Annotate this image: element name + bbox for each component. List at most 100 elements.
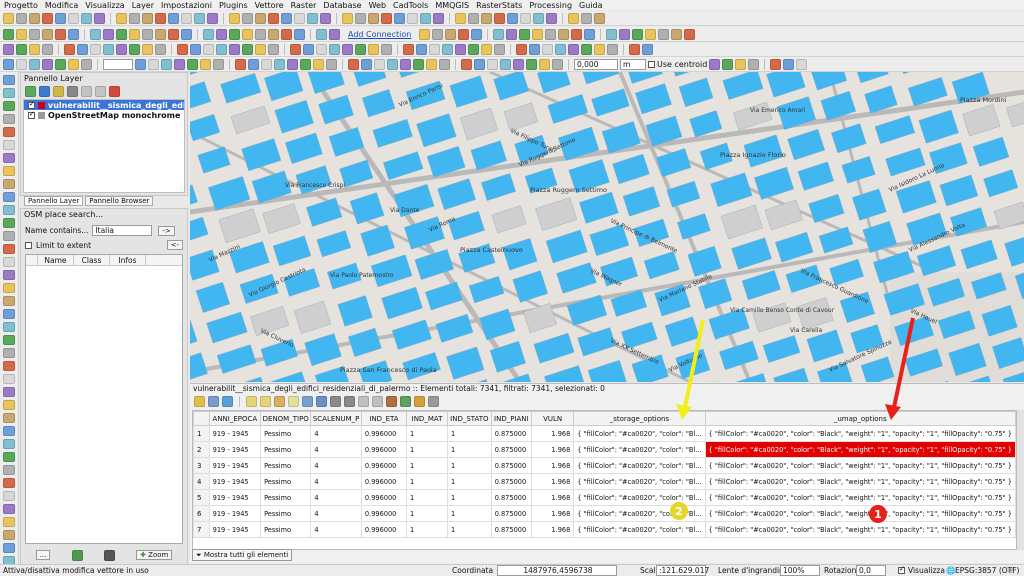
tb1-tool-11-icon[interactable] xyxy=(142,12,153,24)
tb3-tool-26-icon[interactable] xyxy=(329,43,340,55)
layer-visibility-checkbox[interactable] xyxy=(28,110,35,119)
tb4-tool-36-icon[interactable] xyxy=(474,58,485,70)
tb1-tool-3-icon[interactable] xyxy=(42,12,53,24)
left-tool-23-icon[interactable] xyxy=(3,374,15,384)
tb3-tool-5-icon[interactable] xyxy=(64,43,75,55)
tb3-tool-28-icon[interactable] xyxy=(355,43,366,55)
filter-select-icon[interactable] xyxy=(302,395,313,407)
cell-piani[interactable]: 0.875000 xyxy=(490,521,532,538)
tb2-tool-18-icon[interactable] xyxy=(229,28,240,40)
copy-rows-icon[interactable] xyxy=(358,395,369,407)
left-tool-25-icon[interactable] xyxy=(3,400,15,410)
tb2-tool-23-icon[interactable] xyxy=(294,28,305,40)
tb4-tool-37-icon[interactable] xyxy=(487,58,498,70)
left-tool-20-icon[interactable] xyxy=(3,335,15,345)
select-all-icon[interactable] xyxy=(260,395,271,407)
tb4-tool-51-icon[interactable] xyxy=(748,58,760,70)
cell-n[interactable]: 4 xyxy=(193,473,210,490)
tb1-tool-27-icon[interactable] xyxy=(342,12,353,24)
tb3-tool-19-icon[interactable] xyxy=(242,43,253,55)
coordinate-field[interactable]: 1487976,4596738 xyxy=(497,565,617,576)
manage-visibility-icon[interactable] xyxy=(53,85,64,97)
cell-denom[interactable]: Pessimo xyxy=(260,425,312,442)
cell-scale[interactable]: 4 xyxy=(310,457,362,474)
left-tool-3-icon[interactable] xyxy=(3,114,15,124)
cell-mat[interactable]: 1 xyxy=(405,425,449,442)
left-tool-26-icon[interactable] xyxy=(3,413,15,423)
field-calculator-icon[interactable] xyxy=(414,395,425,407)
tb4-tool-40-icon[interactable] xyxy=(526,58,537,70)
tb3-tool-20-icon[interactable] xyxy=(255,43,266,55)
left-tool-9-icon[interactable] xyxy=(3,192,15,202)
cell-piani[interactable]: 0.875000 xyxy=(490,457,532,474)
tb4-tool-29-icon[interactable] xyxy=(387,58,398,70)
add-place-icon[interactable] xyxy=(103,549,115,561)
tb4-tool-55-icon[interactable] xyxy=(796,58,808,70)
tb2-tool-19-icon[interactable] xyxy=(242,28,253,40)
conditional-formatting-icon[interactable] xyxy=(428,395,439,407)
menu-cadtools[interactable]: CadTools xyxy=(393,1,428,10)
cell-denom[interactable]: Pessimo xyxy=(260,457,312,474)
tb1-tool-23-icon[interactable] xyxy=(294,12,305,24)
left-tool-30-icon[interactable] xyxy=(3,465,15,475)
tb2-tool-20-icon[interactable] xyxy=(255,28,266,40)
cell-vuln[interactable]: 1.968 xyxy=(530,441,575,458)
column-header-name[interactable]: Name xyxy=(38,255,74,265)
tb1-tool-24-icon[interactable] xyxy=(307,12,318,24)
tb3-tool-48-icon[interactable] xyxy=(607,43,618,55)
cell-mat[interactable]: 1 xyxy=(405,457,449,474)
tb1-tool-12-icon[interactable] xyxy=(155,12,166,24)
cell-mat[interactable]: 1 xyxy=(405,441,449,458)
left-tool-14-icon[interactable] xyxy=(3,257,15,267)
collapse-all-icon[interactable] xyxy=(95,85,106,97)
menu-mmqgis[interactable]: MMQGIS xyxy=(435,1,469,10)
tb2-tool-21-icon[interactable] xyxy=(268,28,279,40)
cell-anni[interactable]: 919 - 1945 xyxy=(208,425,262,442)
cell-umap[interactable]: { "fillColor": "#ca0020", "color": "Blac… xyxy=(704,425,1016,442)
expand-all-icon[interactable] xyxy=(81,85,92,97)
cell-storage[interactable]: { "fillColor": "#ca0020", "color": "Bl..… xyxy=(573,425,706,442)
tb4-tool-30-icon[interactable] xyxy=(400,58,411,70)
tb2-tool-47-icon[interactable] xyxy=(658,28,670,40)
tb2-tool-31-icon[interactable] xyxy=(458,28,470,40)
pan-to-selected-icon[interactable] xyxy=(330,395,341,407)
tb4-tool-22-icon[interactable] xyxy=(300,58,311,70)
left-tool-1-icon[interactable] xyxy=(3,88,15,98)
snapping-field[interactable] xyxy=(103,58,133,70)
more-button[interactable]: ... xyxy=(35,550,51,560)
tb1-tool-34-icon[interactable] xyxy=(433,12,444,24)
tb4-tool-19-icon[interactable] xyxy=(261,58,272,70)
cell-eta[interactable]: 0.996000 xyxy=(360,505,407,522)
add-group-icon[interactable] xyxy=(39,85,50,97)
cell-vuln[interactable]: 1.968 xyxy=(530,489,575,506)
tb3-tool-37-icon[interactable] xyxy=(468,43,479,55)
tb2-tool-4-icon[interactable] xyxy=(55,28,66,40)
tb2-tool-17-icon[interactable] xyxy=(216,28,227,40)
tb4-tool-4-icon[interactable] xyxy=(55,58,66,70)
tb4-tool-5-icon[interactable] xyxy=(68,58,79,70)
tb2-tool-39-icon[interactable] xyxy=(558,28,570,40)
left-tool-27-icon[interactable] xyxy=(3,426,15,436)
left-tool-35-icon[interactable] xyxy=(3,530,15,540)
tb3-tool-44-icon[interactable] xyxy=(555,43,566,55)
tb3-tool-8-icon[interactable] xyxy=(103,43,114,55)
table-row[interactable]: 5 919 - 1945 Pessimo 4 0.996000 1 1 0.875000 1.9… xyxy=(193,489,1016,506)
cell-mat[interactable]: 1 xyxy=(405,473,449,490)
tb4-tool-20-icon[interactable] xyxy=(274,58,285,70)
map-canvas[interactable]: Via Ruggero Settimo Piazza Ruggero Settim… xyxy=(190,72,1024,382)
column-header-ind-stato[interactable]: IND_STATO xyxy=(447,411,492,426)
tb1-tool-9-icon[interactable] xyxy=(116,12,127,24)
cell-stato[interactable]: 1 xyxy=(447,441,492,458)
menu-web[interactable]: Web xyxy=(369,1,386,10)
cell-anni[interactable]: 919 - 1945 xyxy=(208,489,262,506)
tb4-tool-9-icon[interactable] xyxy=(135,58,146,70)
column-header-anni-epoca[interactable]: ANNI_EPOCA xyxy=(208,411,262,426)
cell-denom[interactable]: Pessimo xyxy=(260,441,312,458)
tb3-tool-33-icon[interactable] xyxy=(416,43,427,55)
tb2-tool-8-icon[interactable] xyxy=(103,28,114,40)
cell-stato[interactable]: 1 xyxy=(447,505,492,522)
crs-globe-icon[interactable]: 🌐 xyxy=(946,566,955,575)
tb2-tool-7-icon[interactable] xyxy=(90,28,101,40)
menu-impostazioni[interactable]: Impostazioni xyxy=(161,1,212,10)
tb1-tool-20-icon[interactable] xyxy=(255,12,266,24)
